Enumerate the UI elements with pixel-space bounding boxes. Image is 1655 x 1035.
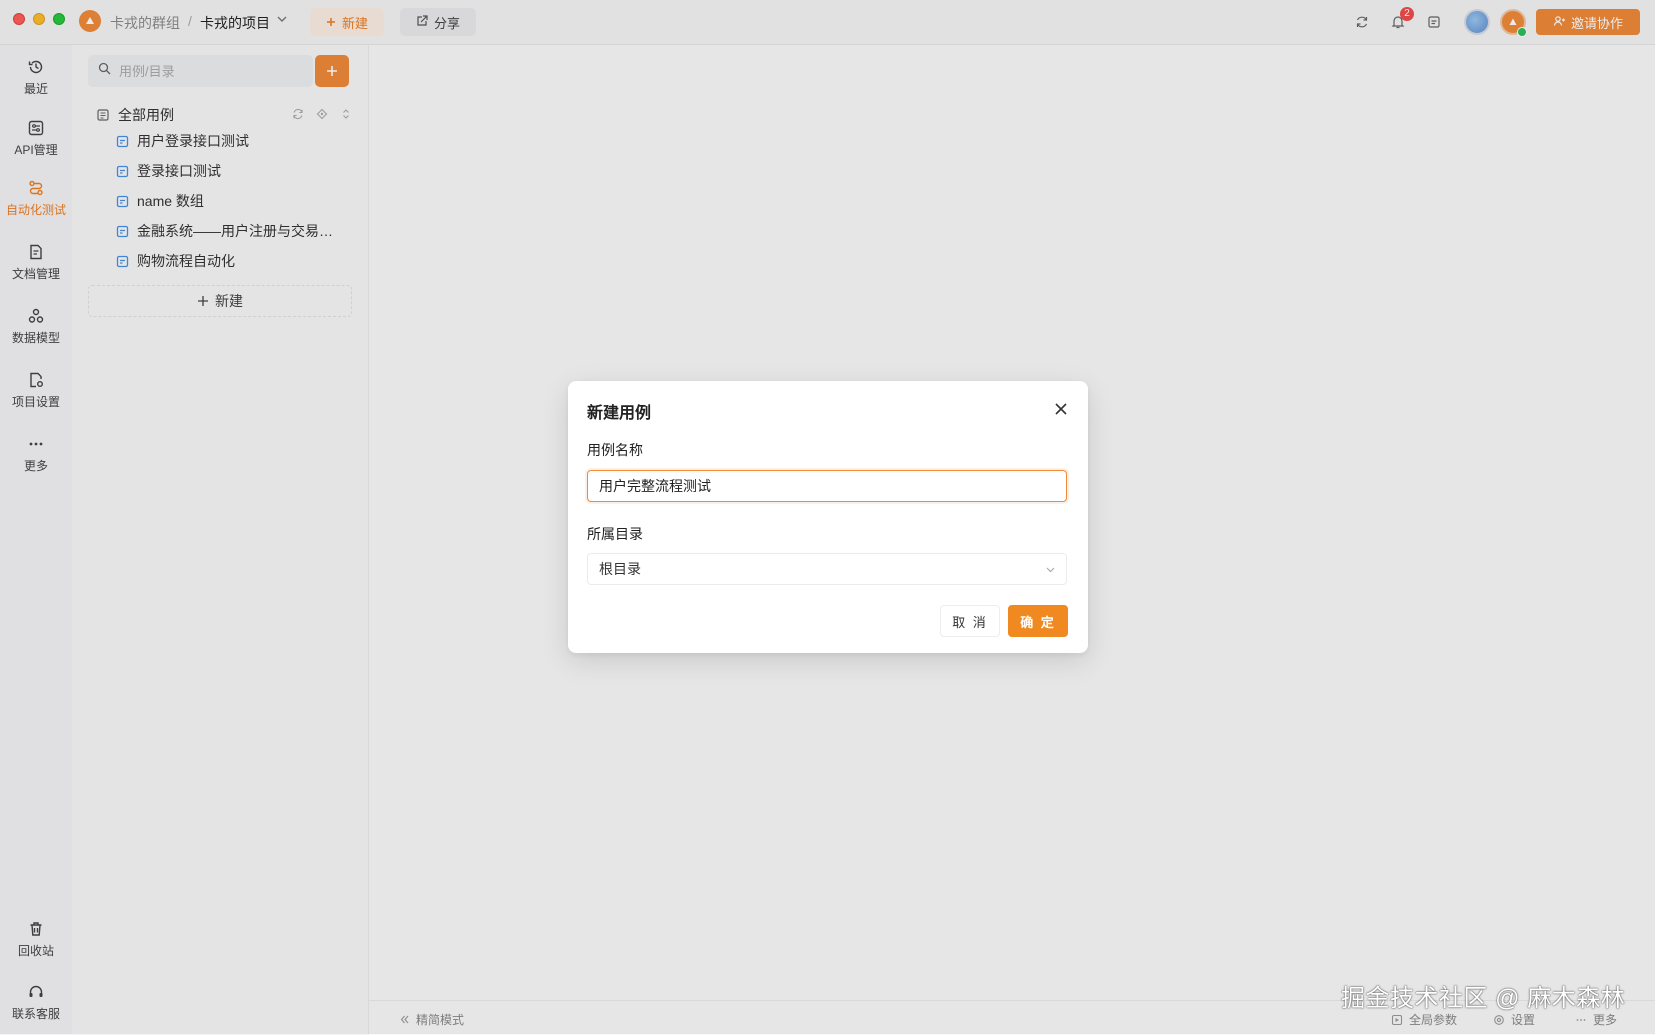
- case-name-input[interactable]: [587, 470, 1067, 502]
- cancel-button[interactable]: 取 消: [940, 605, 1000, 637]
- directory-label: 所属目录: [587, 526, 643, 542]
- chevron-down-icon: [1045, 564, 1056, 575]
- case-name-label: 用例名称: [587, 442, 643, 458]
- dialog-title: 新建用例: [587, 405, 652, 422]
- close-icon[interactable]: [1051, 399, 1071, 419]
- directory-select[interactable]: 根目录: [587, 553, 1067, 585]
- directory-select-value: 根目录: [599, 561, 641, 577]
- new-case-dialog: 新建用例 用例名称 所属目录 根目录 取 消 确 定: [568, 381, 1088, 653]
- watermark-text: 掘金技术社区 @ 麻木森林: [1341, 985, 1626, 1012]
- confirm-button[interactable]: 确 定: [1008, 605, 1068, 637]
